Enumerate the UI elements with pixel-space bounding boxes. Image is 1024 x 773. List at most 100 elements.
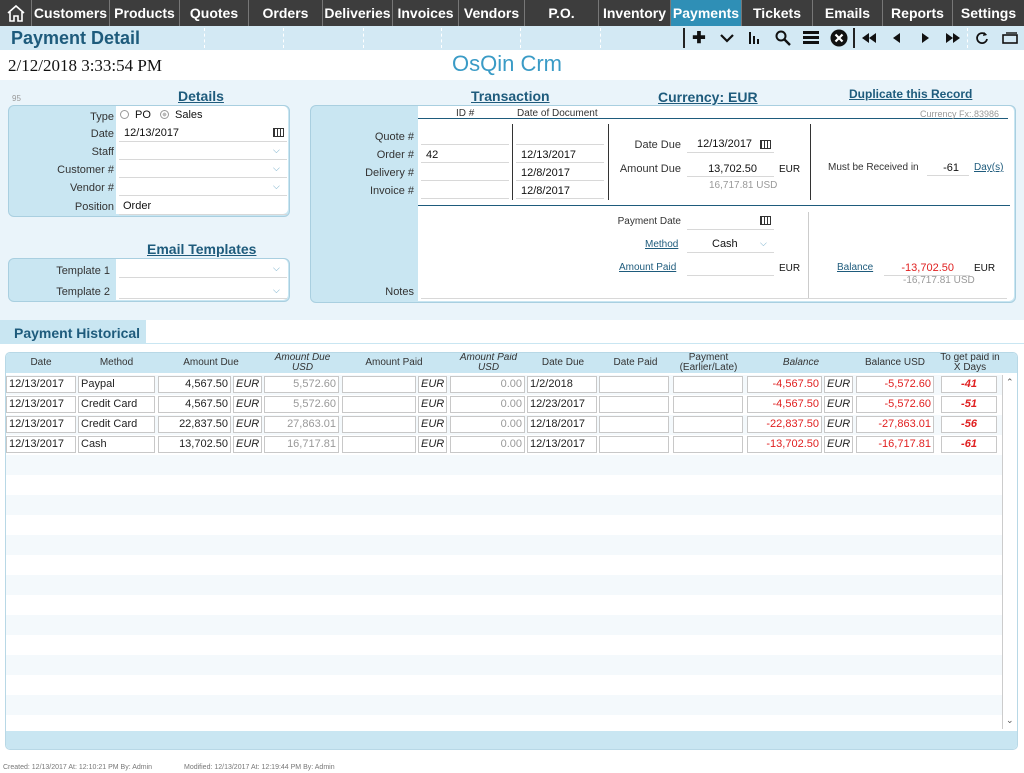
cell-amount-paid[interactable]	[342, 416, 416, 433]
cell-balance-usd[interactable]: -27,863.01	[856, 416, 934, 433]
calendar-icon[interactable]	[760, 216, 771, 225]
nav-tab-emails[interactable]: Emails	[813, 0, 883, 26]
calendar-icon[interactable]	[760, 140, 771, 149]
scroll-down-icon[interactable]: ⌄	[1006, 715, 1014, 726]
cell-days[interactable]: -56	[941, 416, 997, 433]
cell-date-due[interactable]: 1/2/2018	[527, 376, 597, 393]
cell-cur1[interactable]: EUR	[233, 376, 262, 393]
cell-amount-paid-usd[interactable]: 0.00	[450, 396, 525, 413]
bar-chart-icon[interactable]	[741, 26, 769, 50]
cell-balance[interactable]: -22,837.50	[747, 416, 822, 433]
cell-amount-due-usd[interactable]: 16,717.81	[264, 436, 339, 453]
cell-timing[interactable]	[673, 376, 743, 393]
nav-tab-po[interactable]: P.O.	[525, 0, 599, 26]
cell-amount-due[interactable]: 4,567.50	[158, 396, 231, 413]
list-icon[interactable]	[797, 26, 825, 50]
cell-timing[interactable]	[673, 416, 743, 433]
search-icon[interactable]	[769, 26, 797, 50]
cell-cur3[interactable]: EUR	[824, 416, 853, 433]
cell-amount-paid[interactable]	[342, 436, 416, 453]
nav-tab-quotes[interactable]: Quotes	[180, 0, 249, 26]
duplicate-record-link[interactable]: Duplicate this Record	[849, 87, 972, 101]
col-date-due[interactable]: Date Due	[527, 353, 599, 373]
template1-select[interactable]	[119, 260, 287, 278]
cell-date[interactable]: 12/13/2017	[6, 376, 76, 393]
method-link[interactable]: Method	[645, 239, 678, 250]
quote-id-field[interactable]	[421, 127, 509, 145]
last-record-icon[interactable]	[939, 26, 967, 50]
cell-date-due[interactable]: 12/23/2017	[527, 396, 597, 413]
col-balance-usd[interactable]: Balance USD	[856, 353, 934, 373]
cell-cur1[interactable]: EUR	[233, 416, 262, 433]
next-record-icon[interactable]	[911, 26, 939, 50]
cell-cur3[interactable]: EUR	[824, 396, 853, 413]
nav-tab-invoices[interactable]: Invoices	[393, 0, 459, 26]
nav-tab-customers[interactable]: Customers	[32, 0, 110, 26]
cell-amount-due[interactable]: 13,702.50	[158, 436, 231, 453]
col-amount-paid[interactable]: Amount Paid	[342, 353, 446, 373]
chevron-down-icon[interactable]	[713, 26, 741, 50]
nav-tab-products[interactable]: Products	[110, 0, 180, 26]
cell-timing[interactable]	[673, 436, 743, 453]
cell-date-paid[interactable]	[599, 396, 669, 413]
cell-balance-usd[interactable]: -16,717.81	[856, 436, 934, 453]
cell-balance[interactable]: -4,567.50	[747, 396, 822, 413]
cell-balance[interactable]: -4,567.50	[747, 376, 822, 393]
cell-date-due[interactable]: 12/13/2017	[527, 436, 597, 453]
cell-date-paid[interactable]	[599, 376, 669, 393]
cell-timing[interactable]	[673, 396, 743, 413]
cell-cur3[interactable]: EUR	[824, 436, 853, 453]
cell-cur1[interactable]: EUR	[233, 396, 262, 413]
col-amount-due-usd[interactable]: Amount Due USD	[264, 353, 341, 373]
home-icon[interactable]	[0, 0, 32, 26]
cell-cur2[interactable]: EUR	[418, 396, 447, 413]
days-unit-link[interactable]: Day(s)	[974, 162, 1003, 173]
amount-paid-link[interactable]: Amount Paid	[619, 262, 676, 273]
cell-cur2[interactable]: EUR	[418, 376, 447, 393]
previous-record-icon[interactable]	[883, 26, 911, 50]
cell-amount-due[interactable]: 4,567.50	[158, 376, 231, 393]
col-amount-due[interactable]: Amount Due	[158, 353, 264, 373]
col-method[interactable]: Method	[78, 353, 155, 373]
col-date[interactable]: Date	[6, 353, 76, 373]
cell-amount-due-usd[interactable]: 5,572.60	[264, 396, 339, 413]
first-record-icon[interactable]	[855, 26, 883, 50]
cell-amount-paid-usd[interactable]: 0.00	[450, 436, 525, 453]
amount-paid-field[interactable]	[687, 258, 774, 276]
nav-tab-vendors[interactable]: Vendors	[459, 0, 525, 26]
cell-date[interactable]: 12/13/2017	[6, 436, 76, 453]
vendor-select[interactable]	[119, 178, 287, 196]
cell-cur2[interactable]: EUR	[418, 436, 447, 453]
cell-balance[interactable]: -13,702.50	[747, 436, 822, 453]
cell-amount-paid[interactable]	[342, 396, 416, 413]
scroll-up-icon[interactable]: ⌃	[1006, 377, 1014, 388]
cell-method[interactable]: Paypal	[78, 376, 155, 393]
col-amount-paid-usd[interactable]: Amount Paid USD	[450, 353, 527, 373]
nav-tab-payments[interactable]: Payments	[671, 0, 742, 26]
col-date-paid[interactable]: Date Paid	[599, 353, 672, 373]
cell-balance-usd[interactable]: -5,572.60	[856, 376, 934, 393]
cell-amount-paid-usd[interactable]: 0.00	[450, 376, 525, 393]
invoice-id-field[interactable]	[421, 181, 509, 199]
cell-amount-paid-usd[interactable]: 0.00	[450, 416, 525, 433]
cell-days[interactable]: -51	[941, 396, 997, 413]
plus-icon[interactable]: ✚	[685, 26, 713, 50]
type-sales-radio[interactable]	[160, 110, 169, 119]
cell-balance-usd[interactable]: -5,572.60	[856, 396, 934, 413]
cell-date-paid[interactable]	[599, 436, 669, 453]
window-icon[interactable]	[996, 26, 1024, 50]
cell-cur3[interactable]: EUR	[824, 376, 853, 393]
staff-select[interactable]	[119, 142, 287, 160]
cell-date[interactable]: 12/13/2017	[6, 416, 76, 433]
nav-tab-inventory[interactable]: Inventory	[599, 0, 671, 26]
cell-days[interactable]: -41	[941, 376, 997, 393]
nav-tab-reports[interactable]: Reports	[883, 0, 953, 26]
type-po-radio[interactable]	[120, 110, 129, 119]
col-balance[interactable]: Balance	[747, 353, 855, 373]
cell-method[interactable]: Cash	[78, 436, 155, 453]
cell-amount-paid[interactable]	[342, 376, 416, 393]
cell-method[interactable]: Credit Card	[78, 416, 155, 433]
cell-days[interactable]: -61	[941, 436, 997, 453]
nav-tab-settings[interactable]: Settings	[953, 0, 1024, 26]
col-payment-timing[interactable]: Payment (Earlier/Late)	[672, 353, 745, 373]
